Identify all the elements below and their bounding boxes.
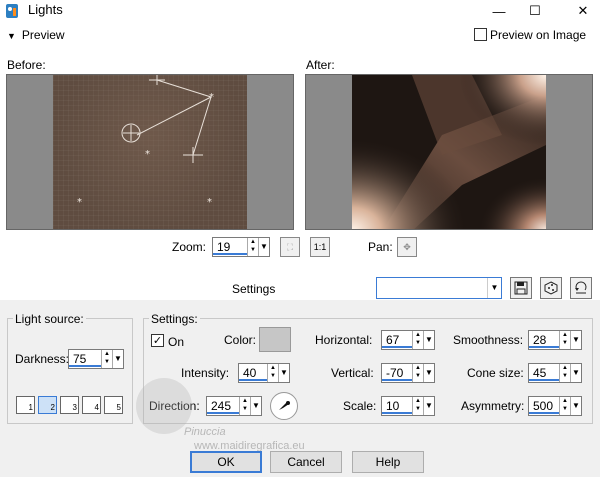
- chevron-down-icon[interactable]: ▼: [487, 278, 501, 298]
- spin-arrows-icon[interactable]: ▲ ▼: [412, 397, 423, 415]
- dropdown-arrow-icon[interactable]: ▼: [423, 364, 434, 382]
- paintshop-icon: [6, 4, 18, 18]
- smoothness-label: Smoothness:: [453, 333, 524, 347]
- on-checkbox[interactable]: ✓: [151, 334, 164, 347]
- asymmetry-spinner[interactable]: 500 ▲ ▼ ▼: [528, 396, 582, 416]
- smoothness-value[interactable]: 28: [529, 331, 559, 348]
- darkness-spinner[interactable]: 75 ▲ ▼ ▼: [68, 349, 124, 369]
- after-label: After:: [306, 58, 335, 72]
- save-icon[interactable]: [510, 277, 532, 299]
- before-image[interactable]: * * * * *: [53, 75, 247, 230]
- cancel-button[interactable]: Cancel: [270, 451, 342, 473]
- horizontal-spinner[interactable]: 67 ▲ ▼ ▼: [381, 330, 435, 350]
- light-preset-5[interactable]: 5: [104, 396, 123, 414]
- settings-bar-label: Settings: [232, 282, 276, 296]
- light-preset-2[interactable]: 2: [38, 396, 57, 414]
- cone-size-value[interactable]: 45: [529, 364, 559, 381]
- light-direction-line: [156, 79, 212, 98]
- dropdown-arrow-icon[interactable]: ▼: [570, 331, 581, 349]
- zoom-spinner[interactable]: 19 ▲ ▼ ▼: [212, 237, 270, 257]
- light-preset-1[interactable]: 1: [16, 396, 35, 414]
- zoom-value[interactable]: 19: [213, 238, 247, 255]
- color-label: Color:: [224, 333, 257, 347]
- light-preset-4[interactable]: 4: [82, 396, 101, 414]
- help-button[interactable]: Help: [352, 451, 424, 473]
- preview-on-image-label[interactable]: Preview on Image: [490, 28, 586, 42]
- fit-window-icon[interactable]: ⛶: [280, 237, 300, 257]
- svg-text:*: *: [207, 197, 212, 208]
- preview-toggle-label: Preview: [21, 28, 65, 42]
- spin-arrows-icon[interactable]: ▲ ▼: [559, 364, 570, 382]
- title-bar: Lights — ☐ ✕: [0, 0, 600, 22]
- dropdown-arrow-icon[interactable]: ▼: [258, 238, 269, 256]
- ok-button[interactable]: OK: [190, 451, 262, 473]
- preview-on-image-checkbox[interactable]: [474, 28, 487, 41]
- asymmetry-label: Asymmetry:: [461, 399, 525, 413]
- watermark-name: Pinuccia: [184, 426, 226, 438]
- actual-size-button[interactable]: 1:1: [310, 237, 330, 257]
- window-title: Lights: [28, 2, 63, 17]
- pan-move-icon[interactable]: ✥: [397, 237, 417, 257]
- pan-label: Pan:: [368, 240, 393, 254]
- light-source-title: Light source:: [13, 312, 86, 326]
- spin-arrows-icon[interactable]: ▲ ▼: [247, 238, 258, 256]
- vertical-spinner[interactable]: -70 ▲ ▼ ▼: [381, 363, 435, 383]
- on-label[interactable]: On: [168, 335, 184, 349]
- svg-text:*: *: [77, 197, 82, 208]
- darkness-value[interactable]: 75: [69, 350, 101, 367]
- spin-arrows-icon[interactable]: ▲ ▼: [559, 331, 570, 349]
- horizontal-value[interactable]: 67: [382, 331, 412, 348]
- dropdown-arrow-icon[interactable]: ▼: [570, 364, 581, 382]
- collapse-triangle-icon: ▼: [7, 31, 16, 41]
- spin-arrows-icon[interactable]: ▲ ▼: [412, 364, 423, 382]
- minimize-button[interactable]: —: [482, 0, 516, 22]
- before-label: Before:: [7, 58, 46, 72]
- cone-size-label: Cone size:: [467, 366, 524, 380]
- smoothness-spinner[interactable]: 28 ▲ ▼ ▼: [528, 330, 582, 350]
- spin-arrows-icon[interactable]: ▲ ▼: [559, 397, 570, 415]
- color-swatch[interactable]: [259, 327, 291, 352]
- before-preview[interactable]: * * * * *: [6, 74, 294, 230]
- dropdown-arrow-icon[interactable]: ▼: [570, 397, 581, 415]
- light-star-marker: *: [209, 92, 214, 103]
- preview-toggle[interactable]: ▼ Preview: [7, 28, 65, 42]
- light-guides-overlay[interactable]: * * * * *: [53, 75, 247, 230]
- light-settings-title: Settings:: [149, 312, 200, 326]
- zoom-label: Zoom:: [172, 240, 207, 254]
- light-preset-3[interactable]: 3: [60, 396, 79, 414]
- dropdown-arrow-icon[interactable]: ▼: [112, 350, 123, 368]
- dropdown-arrow-icon[interactable]: ▼: [423, 331, 434, 349]
- randomize-icon[interactable]: [540, 277, 562, 299]
- after-preview: [305, 74, 593, 230]
- close-button[interactable]: ✕: [566, 0, 600, 22]
- after-render: [352, 75, 546, 229]
- asymmetry-value[interactable]: 500: [529, 397, 559, 414]
- dropdown-arrow-icon[interactable]: ▼: [423, 397, 434, 415]
- svg-text:*: *: [101, 75, 106, 80]
- reset-icon[interactable]: [570, 277, 592, 299]
- scale-value[interactable]: 10: [382, 397, 412, 414]
- horizontal-label: Horizontal:: [315, 333, 373, 347]
- darkness-label: Darkness:: [15, 352, 70, 366]
- svg-text:*: *: [145, 149, 150, 160]
- watermark: Pinuccia www.maidiregrafica.eu: [136, 378, 366, 458]
- maximize-button[interactable]: ☐: [518, 0, 552, 22]
- cone-size-spinner[interactable]: 45 ▲ ▼ ▼: [528, 363, 582, 383]
- after-image: [352, 75, 546, 229]
- scale-spinner[interactable]: 10 ▲ ▼ ▼: [381, 396, 435, 416]
- spin-arrows-icon[interactable]: ▲ ▼: [101, 350, 112, 368]
- preset-combo[interactable]: ▼: [376, 277, 502, 299]
- vertical-value[interactable]: -70: [382, 364, 412, 381]
- spin-arrows-icon[interactable]: ▲ ▼: [412, 331, 423, 349]
